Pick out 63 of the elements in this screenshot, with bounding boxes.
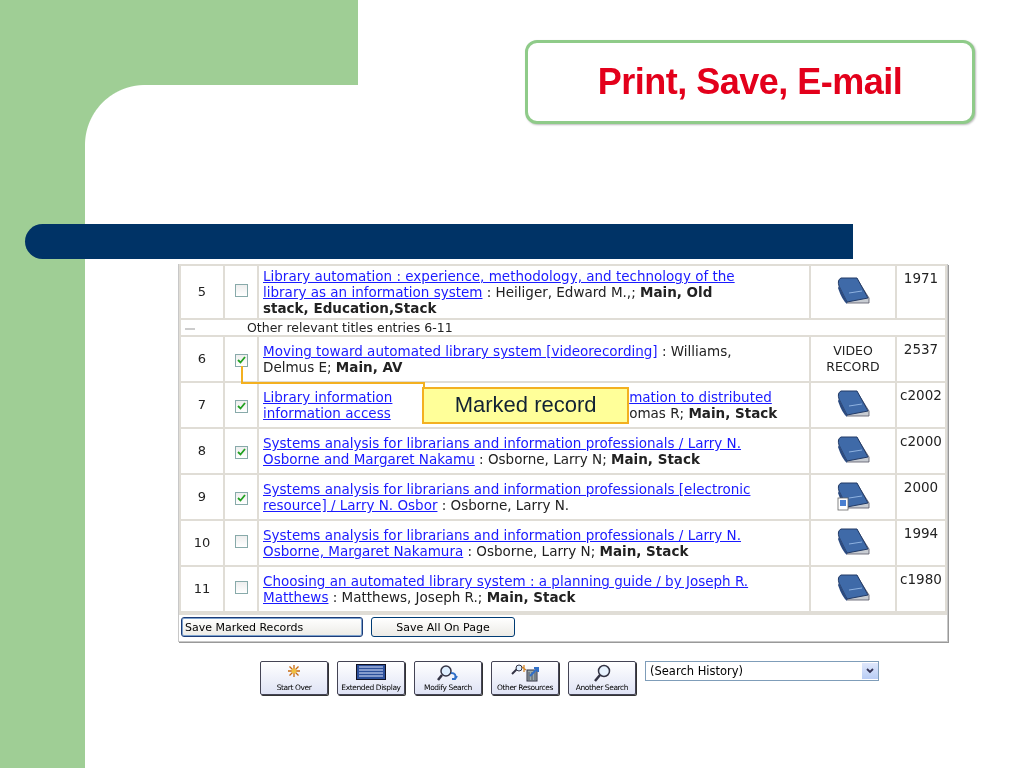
- record-details: omas R; Main, Stack: [629, 405, 778, 421]
- book-icon: [835, 275, 871, 306]
- chevron-down-icon: [866, 668, 874, 674]
- building-icon: [510, 664, 540, 682]
- record-details: : Heiliger, Edward M.,; Main, Old: [485, 284, 713, 300]
- record-number: 5: [180, 265, 224, 319]
- format-label: VIDEO RECORD: [825, 343, 881, 375]
- record-details: : Osborne, Larry N.: [440, 497, 570, 513]
- title-link[interactable]: Systems analysis for librarians and information professionals / Larry N.: [263, 527, 741, 543]
- record-details: : Williams,: [660, 343, 732, 359]
- book-icon: [835, 388, 871, 419]
- title-link[interactable]: Library information: [263, 389, 393, 405]
- title-link[interactable]: Osborne, Margaret Nakamura: [263, 543, 464, 559]
- ebook-icon: [835, 480, 871, 511]
- title-link[interactable]: mation to distributed: [629, 389, 772, 405]
- checkbox[interactable]: [234, 535, 248, 548]
- record-number: 8: [180, 428, 224, 474]
- checkbox[interactable]: [234, 445, 248, 459]
- checkbox[interactable]: [234, 353, 248, 367]
- record-number: 10: [180, 520, 224, 566]
- save-button[interactable]: Save All On Page: [371, 617, 515, 637]
- title-link[interactable]: library as an information system: [263, 284, 483, 300]
- book-icon: [835, 572, 871, 603]
- title-link[interactable]: Choosing an automated library system : a planning guide / by Joseph R.: [263, 573, 749, 589]
- checkbox[interactable]: [234, 284, 248, 297]
- history-dropdown[interactable]: (Search History): [645, 661, 879, 681]
- sparkle-icon: [287, 664, 301, 678]
- book-icon: [835, 526, 871, 557]
- year: c2000: [896, 428, 946, 474]
- title-link[interactable]: Moving toward automated library system [videorecording]: [263, 343, 658, 359]
- title-link[interactable]: resource] / Larry N. Osbor: [263, 497, 438, 513]
- search-icon: [592, 664, 612, 682]
- checkbox[interactable]: [234, 399, 248, 413]
- callout-label: Marked record: [422, 386, 630, 424]
- record-number: 9: [180, 474, 224, 520]
- record-details: stack, Education,Stack: [263, 300, 437, 316]
- record-number: 11: [180, 566, 224, 612]
- title-link[interactable]: Library automation : experience, methodology, and technology of the: [263, 268, 735, 284]
- magnifier-icon: [437, 664, 459, 682]
- checkbox[interactable]: [234, 581, 248, 594]
- title-link[interactable]: Osborne and Margaret Nakamu: [263, 451, 475, 467]
- year: c2002: [896, 382, 946, 428]
- record-details: : Osborne, Larry N; Main, Stack: [478, 451, 700, 467]
- book-icon: [835, 434, 871, 465]
- record-details: : Matthews, Joseph R.; Main, Stack: [331, 589, 576, 605]
- record-number: 6: [180, 336, 224, 382]
- save-button[interactable]: Save Marked Records: [181, 617, 363, 637]
- checkbox[interactable]: [234, 491, 248, 505]
- record-details: : Osborne, Larry N; Main, Stack: [466, 543, 689, 559]
- title-link[interactable]: information access: [263, 405, 391, 421]
- year: 1994: [896, 520, 946, 566]
- title-link[interactable]: Systems analysis for librarians and information professionals [electronic: [263, 481, 751, 497]
- title-link[interactable]: Systems analysis for librarians and information professionals / Larry N.: [263, 435, 741, 451]
- title-link[interactable]: Matthews: [263, 589, 329, 605]
- year: 2000: [896, 474, 946, 520]
- year: 1971: [896, 265, 946, 319]
- list-icon: [356, 664, 386, 680]
- record-number: 7: [180, 382, 224, 428]
- group-header: Other relevant titles entries 6-11: [180, 319, 946, 336]
- year: 2537: [896, 336, 946, 382]
- year: c1980: [896, 566, 946, 612]
- record-details: Delmus E; Main, AV: [263, 359, 403, 375]
- slide-title: Print, Save, E-mail: [597, 61, 903, 103]
